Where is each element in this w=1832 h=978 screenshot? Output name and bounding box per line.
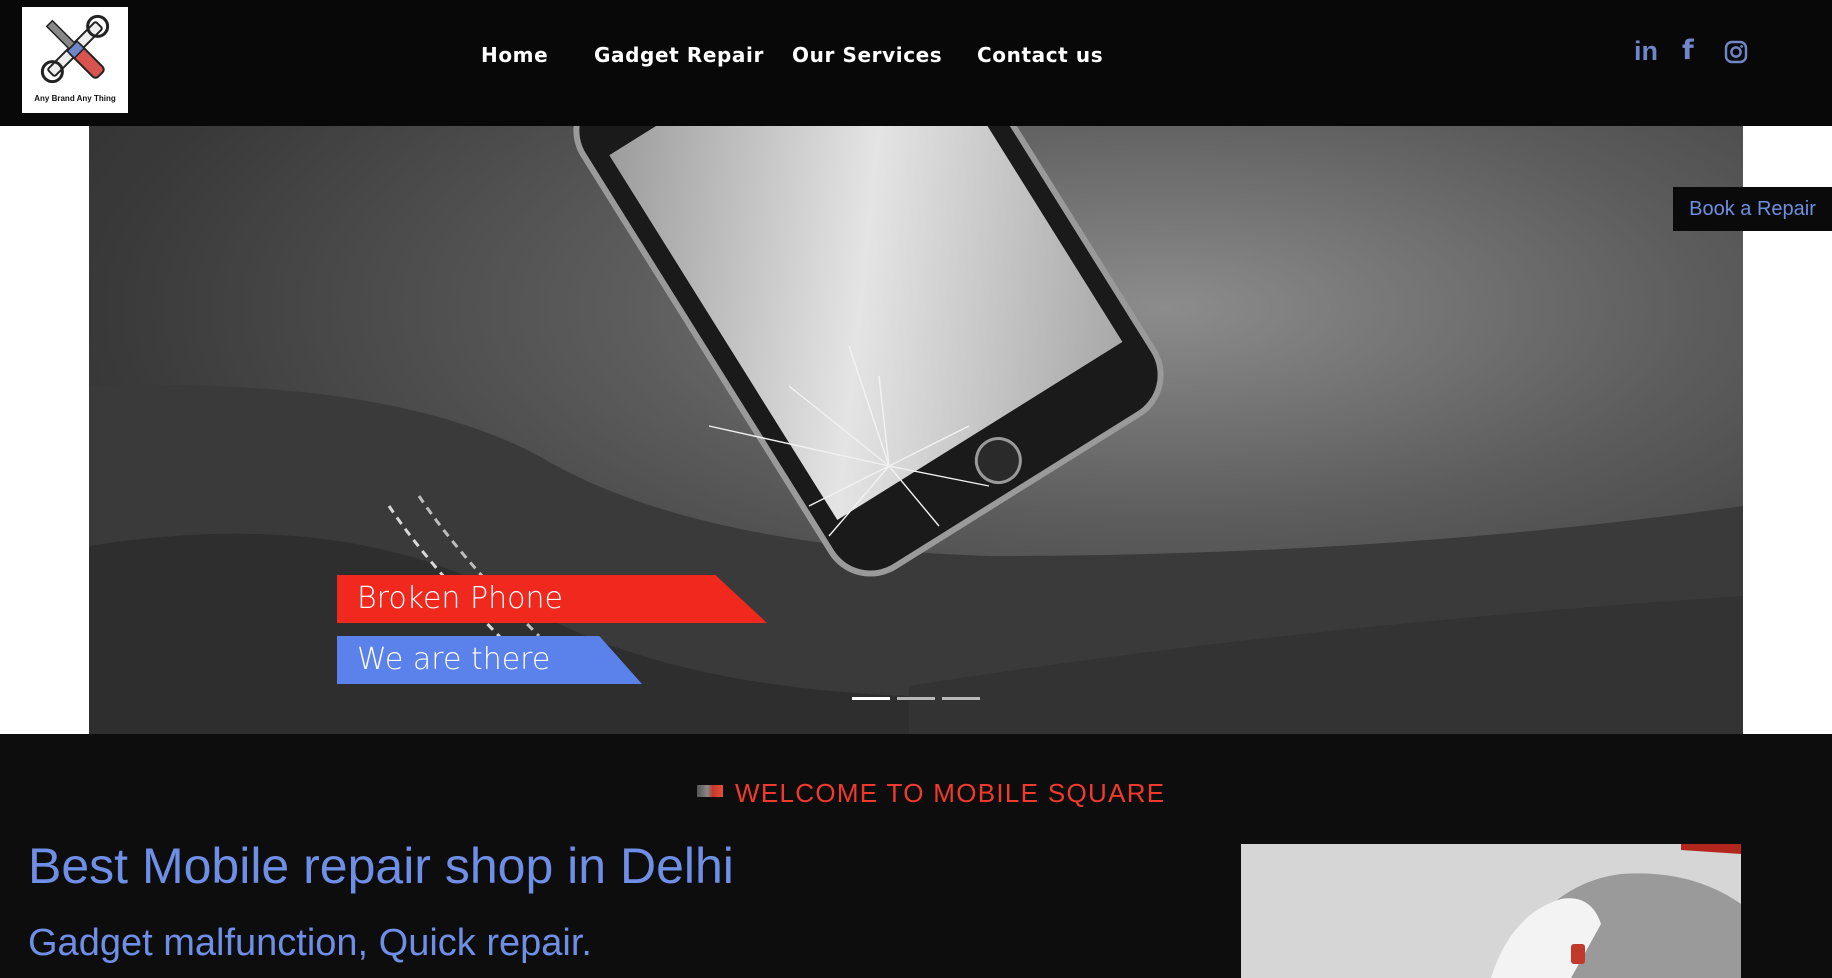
- hero-margin-left: [0, 126, 89, 734]
- page-subtitle: Gadget malfunction, Quick repair.: [28, 922, 592, 964]
- slide-dot-1[interactable]: [852, 697, 890, 700]
- linkedin-icon[interactable]: in: [1634, 38, 1658, 65]
- nav-contact-us[interactable]: Contact us: [977, 43, 1103, 67]
- hero-tag-primary: Broken Phone: [337, 575, 767, 623]
- book-repair-button[interactable]: Book a Repair: [1673, 187, 1832, 231]
- instagram-icon[interactable]: [1724, 40, 1748, 64]
- site-header: Any Brand Any Thing Home Gadget Repair O…: [0, 0, 1832, 126]
- welcome-title: WELCOME TO MOBILE SQUARE: [735, 778, 1166, 808]
- nav-home[interactable]: Home: [481, 43, 548, 67]
- site-logo[interactable]: Any Brand Any Thing: [22, 7, 128, 113]
- logo-text: Any Brand Any Thing: [34, 94, 116, 103]
- facebook-icon[interactable]: f: [1682, 37, 1694, 64]
- page-title: Best Mobile repair shop in Delhi: [28, 838, 734, 894]
- flag-icon: [697, 785, 723, 797]
- technician-image: [1241, 844, 1741, 978]
- hero-slider[interactable]: Broken Phone We are there: [89, 126, 1743, 734]
- slide-dot-3[interactable]: [942, 697, 980, 700]
- slide-dot-2[interactable]: [897, 697, 935, 700]
- nav-gadget-repair[interactable]: Gadget Repair: [594, 43, 764, 67]
- hero-tag-secondary: We are there: [337, 636, 642, 684]
- nav-our-services[interactable]: Our Services: [792, 43, 942, 67]
- tools-icon: [40, 14, 110, 84]
- repair-photo: [1241, 844, 1741, 978]
